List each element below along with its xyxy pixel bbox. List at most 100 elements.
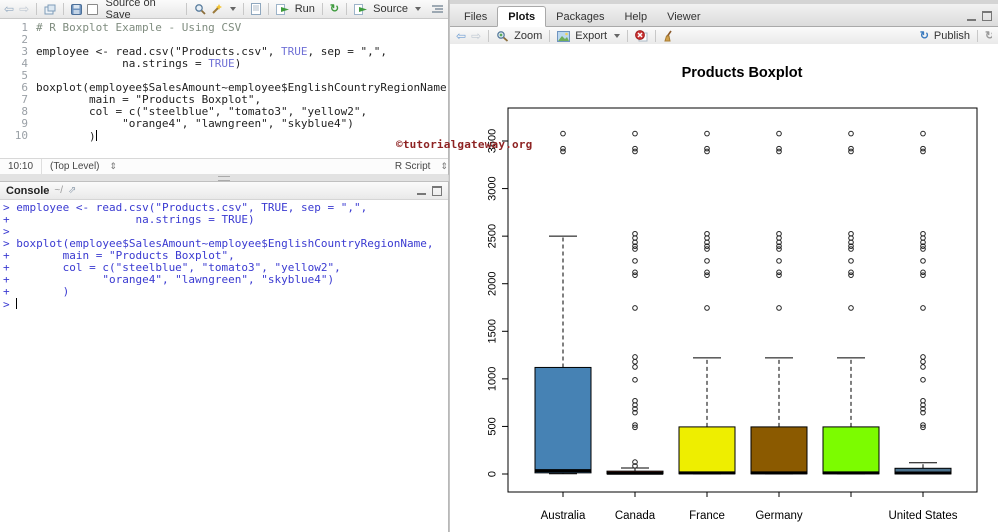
- minimize-button[interactable]: [417, 186, 426, 195]
- file-type-selector[interactable]: R Script: [387, 161, 439, 172]
- zoom-button[interactable]: Zoom: [514, 30, 542, 42]
- separator: [655, 30, 657, 42]
- outlier-point: [776, 145, 782, 152]
- refresh-icon[interactable]: ↻: [985, 31, 992, 42]
- horizontal-splitter[interactable]: [0, 174, 448, 181]
- separator: [549, 30, 551, 42]
- outlier-point: [632, 377, 638, 383]
- cursor-position: 10:10: [8, 161, 34, 172]
- forward-icon[interactable]: ⇨: [19, 3, 29, 15]
- outlier-point: [920, 269, 926, 276]
- rerun-icon[interactable]: ↻: [330, 3, 339, 15]
- outlier-point: [848, 269, 854, 276]
- separator: [63, 3, 65, 15]
- x-axis-label: Germany: [755, 510, 803, 522]
- outlier-point: [920, 258, 926, 264]
- tab-viewer[interactable]: Viewer: [657, 7, 710, 26]
- right-tabbar-tabs: Files Plots Packages Help Viewer: [454, 6, 711, 27]
- plot-title: Products Boxplot: [682, 65, 803, 81]
- outlier-point: [776, 269, 782, 276]
- back-icon[interactable]: ⇦: [4, 3, 14, 15]
- source-on-save-checkbox[interactable]: [87, 3, 98, 15]
- separator: [627, 30, 629, 42]
- export-dropdown-icon[interactable]: [614, 34, 621, 38]
- outlier-point: [632, 130, 638, 137]
- export-icon[interactable]: [557, 30, 571, 42]
- remove-plot-icon[interactable]: [635, 30, 648, 42]
- tab-packages[interactable]: Packages: [546, 7, 614, 26]
- outlier-point: [632, 145, 638, 152]
- outlier-point: [632, 364, 638, 370]
- code-tools-icon[interactable]: [211, 3, 223, 15]
- clear-all-plots-icon[interactable]: [663, 30, 675, 42]
- open-in-window-icon[interactable]: ⇗: [68, 185, 76, 196]
- outlier-point: [704, 145, 710, 152]
- code-editor[interactable]: 1 2 3 4 5 6 7 8 9 10 # R Boxplot Example - Using …: [0, 19, 448, 158]
- rstudio-window: ⇦ ⇨ Source on Save Run ↻ Source 1 2 3 4 …: [0, 0, 998, 532]
- source-dropdown-icon[interactable]: [415, 7, 421, 11]
- separator: [321, 3, 323, 15]
- box-united-states: United States: [888, 130, 958, 522]
- outlier-point: [920, 354, 926, 360]
- outlier-point: [704, 269, 710, 276]
- console-working-directory: ~/: [54, 185, 64, 196]
- outlier-point: [704, 258, 710, 264]
- box-australia: Australia: [534, 130, 592, 522]
- tab-plots[interactable]: Plots: [497, 6, 547, 27]
- next-plot-icon[interactable]: ⇨: [471, 30, 481, 42]
- editor-gutter: 1 2 3 4 5 6 7 8 9 10: [0, 22, 28, 142]
- outlier-point: [920, 364, 926, 370]
- y-tick-label: 2000: [487, 271, 499, 295]
- scope-selector[interactable]: (Top Level): [42, 161, 107, 172]
- code-token: "orange4", "lawngreen", "skyblue4"): [36, 117, 354, 130]
- export-button[interactable]: Export: [575, 30, 607, 42]
- code-token: ): [234, 57, 242, 70]
- outlier-point: [848, 130, 854, 137]
- document-outline-icon[interactable]: [431, 4, 444, 14]
- minimize-button[interactable]: [967, 12, 976, 21]
- maximize-button[interactable]: [982, 11, 992, 21]
- outlier-point: [776, 305, 782, 311]
- source-icon[interactable]: [354, 3, 368, 15]
- popout-icon[interactable]: [44, 4, 56, 15]
- source-on-save-label: Source on Save: [105, 0, 156, 21]
- save-icon[interactable]: [71, 3, 83, 15]
- outlier-point: [632, 358, 638, 365]
- outlier-point: [704, 305, 710, 311]
- plots-pane: Files Plots Packages Help Viewer ⇦ ⇨ Zoom Ex…: [449, 0, 998, 532]
- editor-code[interactable]: # R Boxplot Example - Using CSV employee…: [36, 22, 448, 143]
- y-tick-label: 2500: [487, 224, 499, 248]
- code-token: TRUE: [208, 57, 235, 70]
- maximize-button[interactable]: [432, 185, 442, 196]
- publish-button[interactable]: Publish: [934, 30, 970, 42]
- run-button[interactable]: Run: [295, 3, 315, 15]
- tab-files[interactable]: Files: [454, 7, 497, 26]
- updown-icon: ⇕: [109, 161, 118, 171]
- code-line[interactable]: na.strings = TRUE): [36, 58, 448, 70]
- run-icon[interactable]: [275, 3, 290, 15]
- console-header: Console ~/ ⇗: [0, 182, 448, 200]
- zoom-icon[interactable]: [496, 30, 509, 42]
- updown-icon: ⇕: [440, 161, 448, 171]
- outlier-point: [920, 305, 926, 311]
- previous-plot-icon[interactable]: ⇦: [456, 30, 466, 42]
- x-axis-label: France: [689, 510, 725, 522]
- publish-icon[interactable]: ↻: [920, 30, 929, 42]
- code-line[interactable]: ): [36, 130, 448, 143]
- compile-report-icon[interactable]: [250, 3, 261, 15]
- separator: [185, 3, 187, 15]
- console-line: + na.strings = TRUE): [3, 213, 255, 226]
- code-tools-dropdown-icon[interactable]: [229, 7, 236, 11]
- boxplot-svg: Products Boxplot 0 500 1000 1500 2000 2500 3000…: [487, 65, 978, 522]
- source-toolbar: ⇦ ⇨ Source on Save Run ↻ Source: [0, 0, 448, 21]
- source-button[interactable]: Source: [373, 3, 408, 15]
- code-line[interactable]: "orange4", "lawngreen", "skyblue4"): [36, 118, 448, 130]
- find-icon[interactable]: [194, 3, 206, 15]
- box-body: [822, 426, 880, 475]
- code-line[interactable]: # R Boxplot Example - Using CSV: [36, 22, 448, 34]
- console-output[interactable]: > employee <- read.csv("Products.csv", T…: [0, 200, 448, 311]
- outlier-point: [632, 305, 638, 311]
- console-prompt[interactable]: >: [3, 298, 448, 311]
- tab-help[interactable]: Help: [614, 7, 657, 26]
- x-axis-label: United States: [888, 510, 957, 522]
